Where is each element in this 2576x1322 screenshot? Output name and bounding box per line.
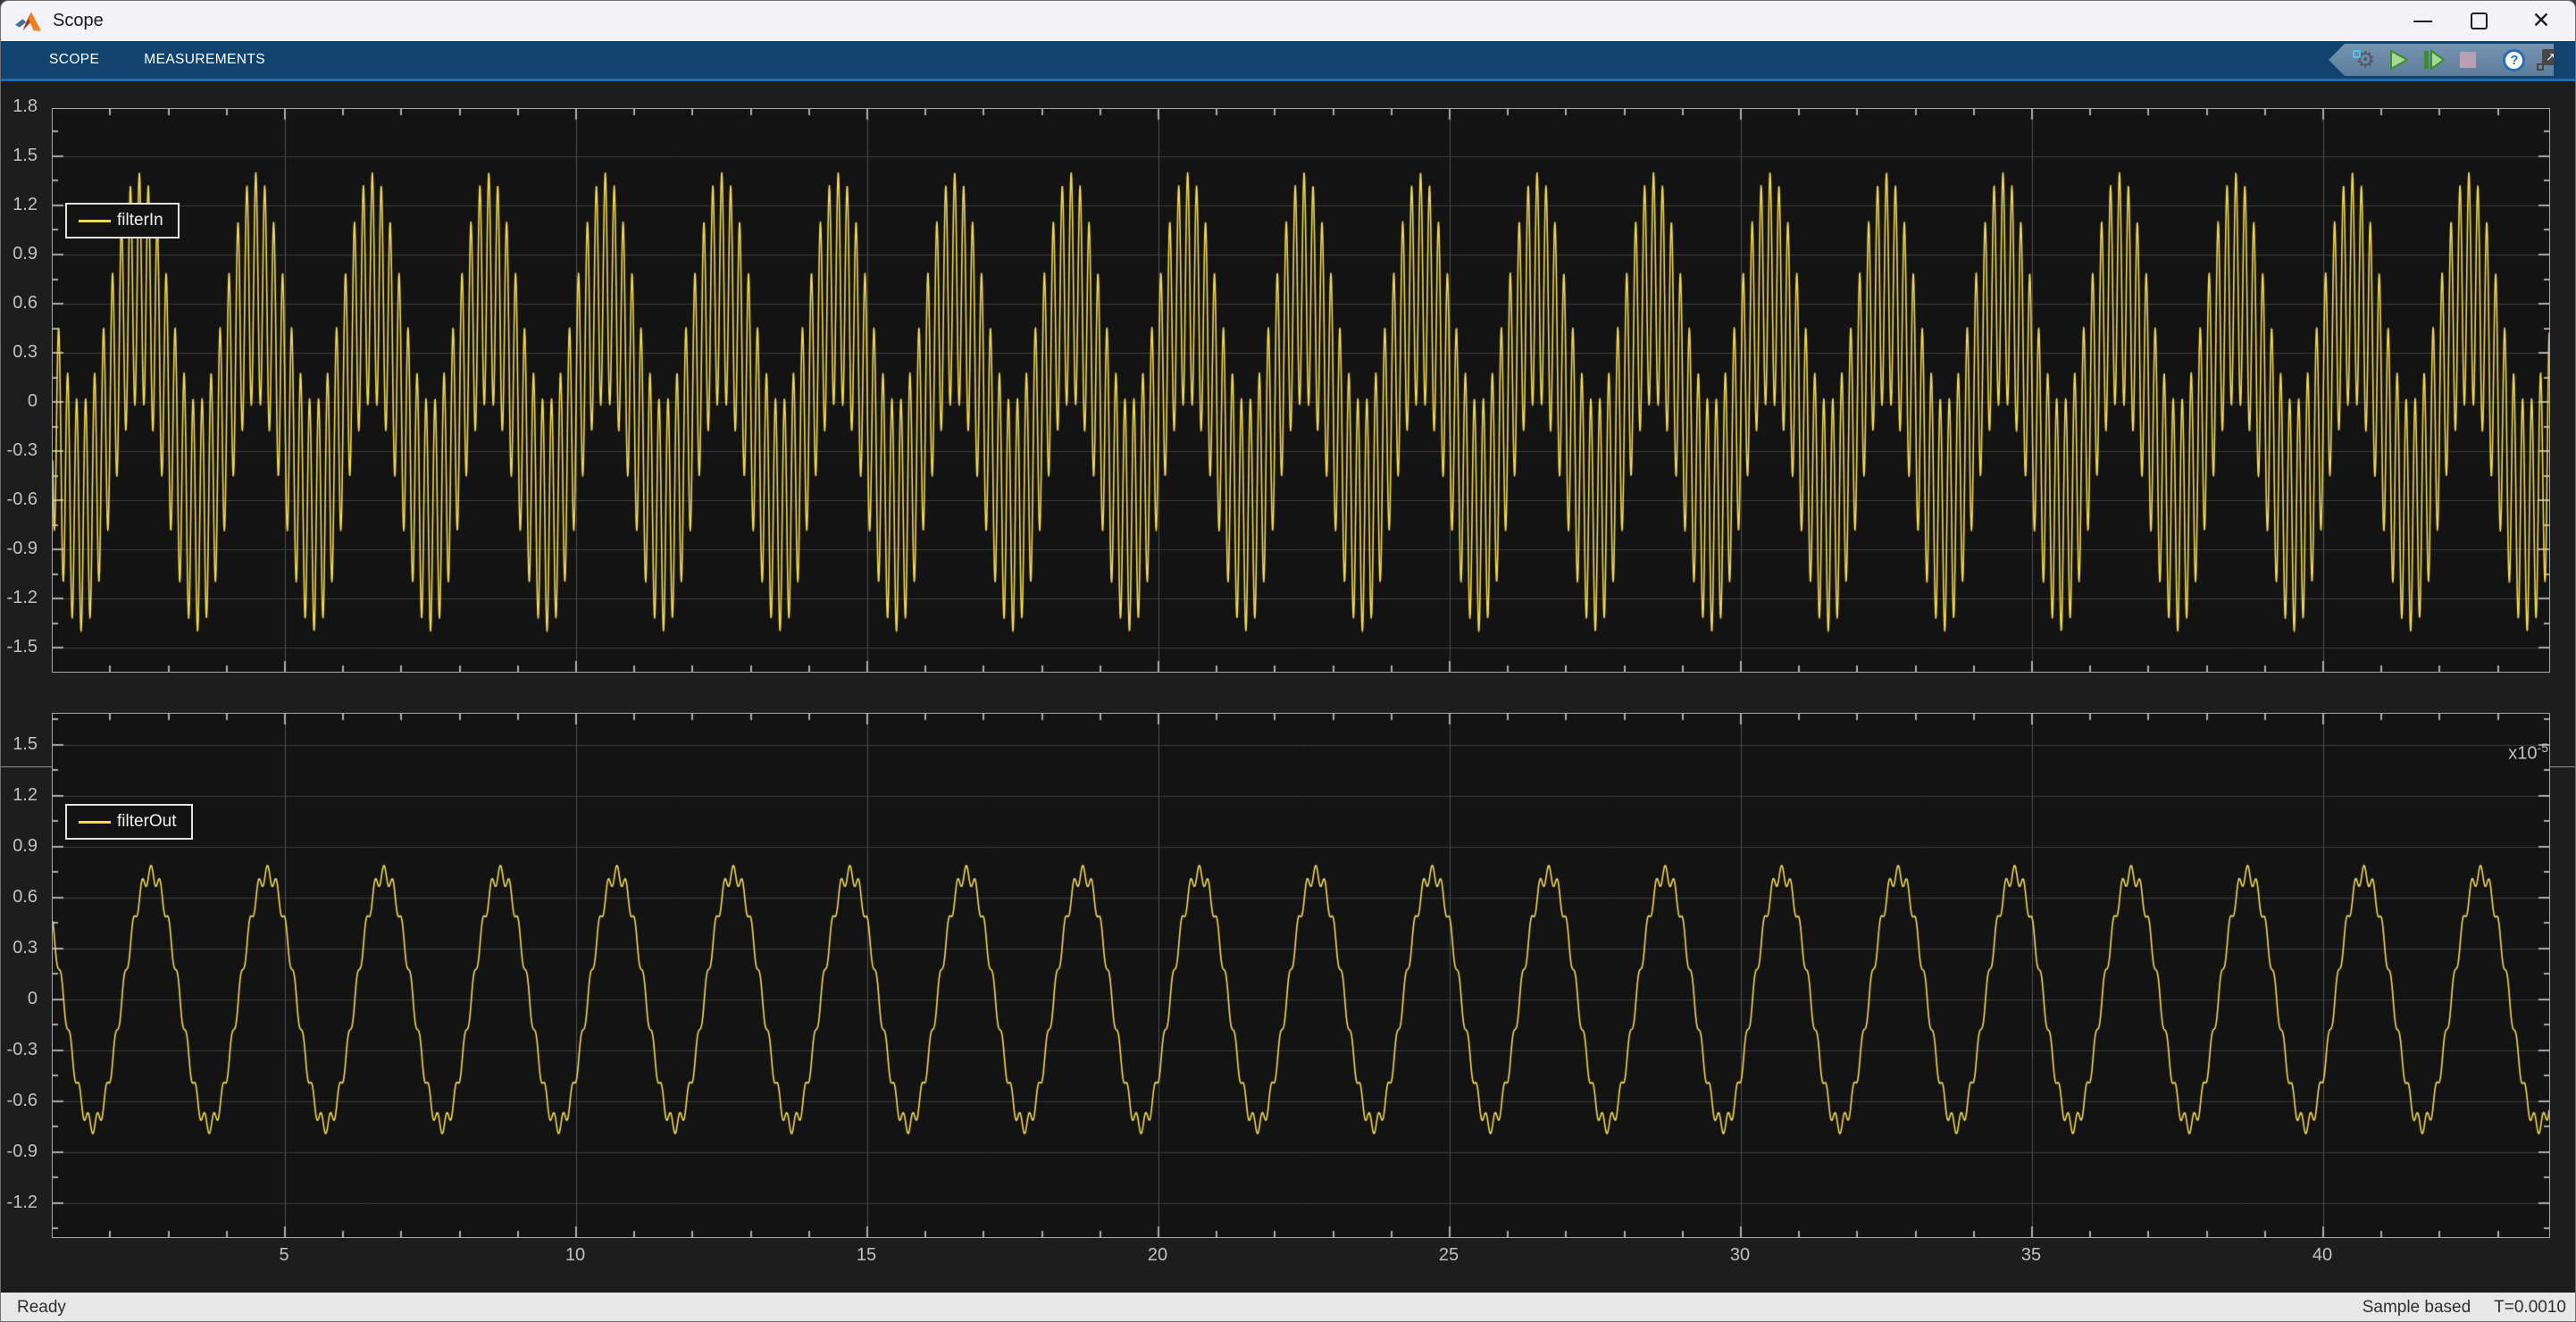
status-sample-time: T=0.0010 bbox=[2494, 1298, 2566, 1318]
x-tick-label: 30 bbox=[1704, 1243, 1776, 1267]
legend-filterin[interactable]: filterIn bbox=[65, 203, 180, 238]
y-tick-label: 1.5 bbox=[1, 732, 46, 756]
step-forward-icon bbox=[2421, 48, 2445, 71]
y-tick-label: 0.3 bbox=[1, 936, 46, 959]
close-button[interactable]: ✕ bbox=[2507, 1, 2575, 41]
x-tick-label: 5 bbox=[248, 1243, 320, 1267]
y-tick-label: 1.2 bbox=[1, 783, 46, 807]
x-tick-label: 25 bbox=[1413, 1243, 1485, 1267]
toolstrip: SCOPE MEASUREMENTS ⚙ ? bbox=[1, 41, 2575, 81]
status-text: Ready bbox=[17, 1298, 66, 1318]
legend-label: filterIn bbox=[117, 211, 163, 230]
y-tick-label: -0.3 bbox=[1, 1038, 46, 1061]
plot-canvas-filterout[interactable] bbox=[52, 713, 2550, 1238]
y-tick-label: -0.6 bbox=[1, 1089, 46, 1112]
legend-label: filterOut bbox=[117, 812, 177, 832]
matlab-logo-icon bbox=[15, 10, 42, 33]
legend-line-sample bbox=[79, 220, 111, 222]
x-tick-label: 10 bbox=[539, 1243, 611, 1267]
settings-accent-icon bbox=[2353, 50, 2361, 58]
status-sample-mode: Sample based bbox=[2363, 1298, 2471, 1318]
y-tick-label: -1.5 bbox=[1, 635, 46, 658]
run-button[interactable] bbox=[2387, 47, 2410, 72]
tab-measurements[interactable]: MEASUREMENTS bbox=[121, 41, 288, 79]
y-tick-label: -0.3 bbox=[1, 439, 46, 462]
help-icon: ? bbox=[2503, 49, 2525, 71]
y-tick-label: 0.3 bbox=[1, 340, 46, 364]
status-right: Sample based T=0.0010 bbox=[2363, 1298, 2566, 1318]
status-bar: Ready Sample based T=0.0010 bbox=[1, 1292, 2575, 1322]
plot-region: filterIn filterIn x10-5 1.81.51.20.90.60… bbox=[1, 84, 2575, 1292]
tab-scope[interactable]: SCOPE bbox=[27, 41, 121, 79]
maximize-button[interactable] bbox=[2451, 1, 2507, 41]
y-tick-label: 0.6 bbox=[1, 885, 46, 908]
y-tick-label: -1.2 bbox=[1, 586, 46, 609]
y-tick-label: 1.8 bbox=[1, 95, 46, 118]
window-title: Scope bbox=[53, 11, 104, 31]
minimize-button[interactable] bbox=[2395, 1, 2451, 41]
y-tick-label: 0 bbox=[1, 389, 46, 413]
y-tick-label: 1.5 bbox=[1, 144, 46, 167]
plot-canvas-filterin[interactable] bbox=[52, 108, 2550, 673]
simulation-settings-button[interactable]: ⚙ bbox=[2355, 47, 2375, 72]
y-tick-label: 1.2 bbox=[1, 193, 46, 216]
y-tick-label: 0.6 bbox=[1, 291, 46, 314]
y-tick-label: 0.9 bbox=[1, 834, 46, 858]
x-tick-label: 40 bbox=[2287, 1243, 2358, 1267]
y-tick-label: 0 bbox=[1, 987, 46, 1010]
title-bar: Scope ✕ bbox=[1, 1, 2575, 41]
x-tick-label: 20 bbox=[1122, 1243, 1193, 1267]
stop-button[interactable] bbox=[2456, 47, 2480, 72]
y-tick-label: -0.9 bbox=[1, 537, 46, 560]
toolstrip-tabs: SCOPE MEASUREMENTS bbox=[1, 41, 2575, 79]
y-tick-label: -0.9 bbox=[1, 1140, 46, 1163]
help-button[interactable]: ? bbox=[2503, 47, 2525, 72]
legend-line-sample bbox=[79, 821, 111, 824]
simulation-quick-panel: ⚙ ? ↗ bbox=[2329, 44, 2554, 76]
maximize-icon bbox=[2471, 13, 2488, 29]
stop-icon bbox=[2456, 48, 2480, 71]
close-icon: ✕ bbox=[2532, 10, 2551, 32]
x-tick-label: 35 bbox=[1995, 1243, 2067, 1267]
x-tick-label: 15 bbox=[831, 1243, 902, 1267]
run-icon bbox=[2387, 48, 2410, 71]
legend-filterout[interactable]: filterOut bbox=[65, 804, 193, 840]
window-controls: ✕ bbox=[2395, 1, 2575, 41]
minimize-icon bbox=[2413, 21, 2432, 22]
step-forward-button[interactable] bbox=[2421, 47, 2445, 72]
y-tick-label: 0.9 bbox=[1, 242, 46, 265]
y-tick-label: -1.2 bbox=[1, 1191, 46, 1214]
y-tick-label: -0.6 bbox=[1, 488, 46, 511]
scope-window: Scope ✕ SCOPE MEASUREMENTS ⚙ bbox=[0, 0, 2576, 1322]
